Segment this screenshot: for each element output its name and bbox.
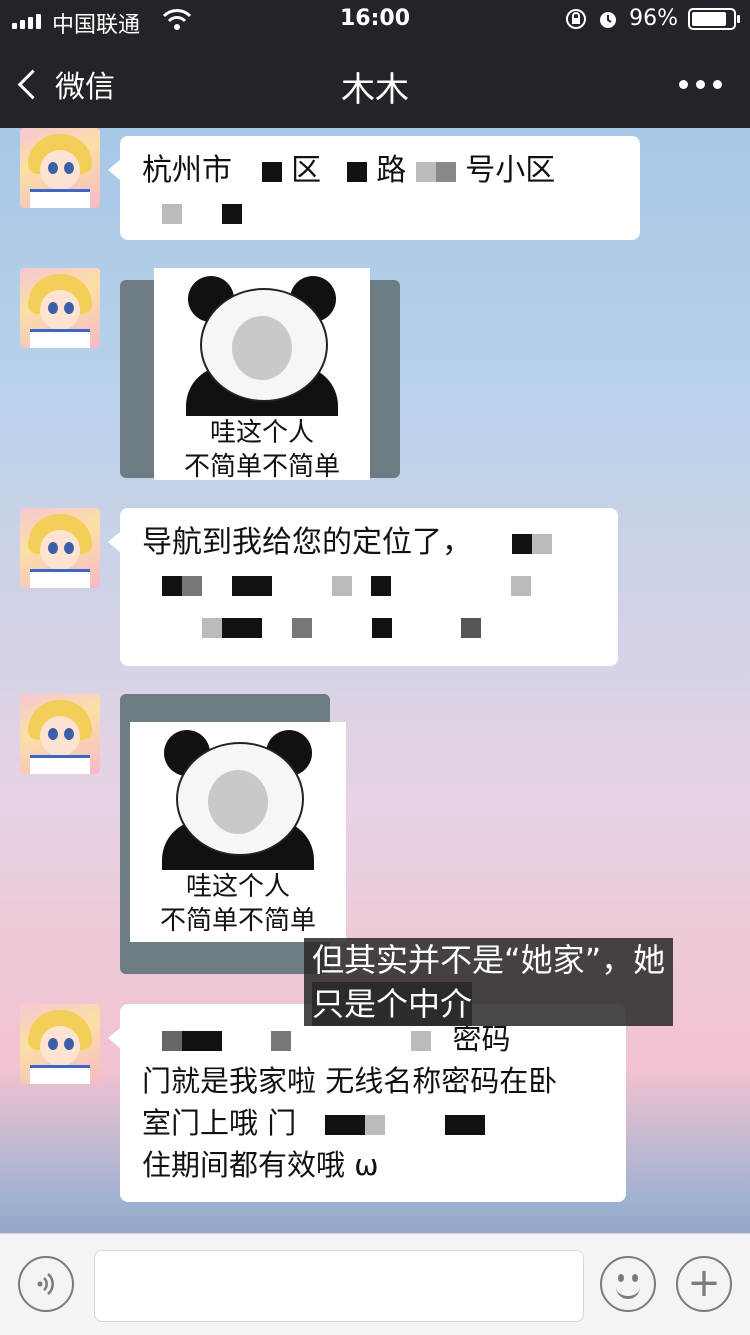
avatar[interactable] <box>20 128 100 208</box>
panda-meme-icon <box>158 730 318 870</box>
top-bar: 中国联通 16:00 96% 微信 木木 <box>0 0 750 128</box>
message-text: 门就是我家啦 无线名称密码在卧 <box>142 1064 558 1098</box>
sticker-caption: 哇这个人 <box>185 872 290 902</box>
more-dots-icon[interactable] <box>679 80 722 89</box>
message-text: ω <box>354 1148 379 1182</box>
message-text: 号小区 <box>465 153 556 188</box>
plus-icon[interactable]: + <box>676 1256 732 1312</box>
message-text: 室门上哦 门 <box>142 1106 297 1140</box>
chat-area[interactable]: 杭州市 区 路 号小区 哇这个人 不简单不简单 导航到我给您的定位了， 哇这个人… <box>0 128 750 1233</box>
avatar[interactable] <box>20 508 100 588</box>
message-text: 住期间都有效哦 <box>142 1148 346 1182</box>
overlay-caption: 但其实并不是“她家”，她 只是个中介 <box>304 938 674 1026</box>
sticker-caption: 不简单不简单 <box>159 906 316 936</box>
chat-title: 木木 <box>341 70 409 110</box>
message-bubble[interactable]: 杭州市 区 路 号小区 <box>108 136 640 240</box>
rotation-lock-icon <box>566 8 587 29</box>
voice-icon[interactable] <box>18 1256 74 1312</box>
alarm-icon <box>600 11 617 28</box>
avatar[interactable] <box>20 694 100 774</box>
message-text: 路 <box>376 153 407 188</box>
sticker-caption: 哇这个人 <box>209 418 314 448</box>
message-text: 杭州市 <box>142 153 232 188</box>
sticker-caption: 不简单不简单 <box>183 452 340 482</box>
message-input[interactable] <box>94 1250 584 1322</box>
message-bubble[interactable]: 密码 门就是我家啦 无线名称密码在卧 室门上哦 门 住期间都有效哦 ω <box>108 1004 626 1202</box>
overlay-caption-line: 只是个中介 <box>312 982 473 1026</box>
message-text: 区 <box>291 153 322 188</box>
battery-icon <box>688 7 740 30</box>
input-bar: + <box>0 1233 750 1335</box>
emoji-icon[interactable] <box>600 1256 656 1312</box>
message-bubble[interactable]: 导航到我给您的定位了， <box>108 508 618 666</box>
nav-bar: 微信 木木 <box>0 40 750 128</box>
battery-percent: 96% <box>629 6 678 31</box>
message-text: 密码 <box>452 1022 511 1056</box>
sticker-image[interactable]: 哇这个人 不简单不简单 <box>154 268 370 482</box>
status-bar: 中国联通 16:00 96% <box>0 0 750 40</box>
message-text: 导航到我给您的定位了， <box>142 525 472 560</box>
avatar[interactable] <box>20 1004 100 1084</box>
avatar[interactable] <box>20 268 100 348</box>
overlay-caption-line: 但其实并不是“她家”，她 <box>312 941 666 979</box>
sticker-image[interactable]: 哇这个人 不简单不简单 <box>130 722 346 942</box>
panda-meme-icon <box>182 276 342 416</box>
